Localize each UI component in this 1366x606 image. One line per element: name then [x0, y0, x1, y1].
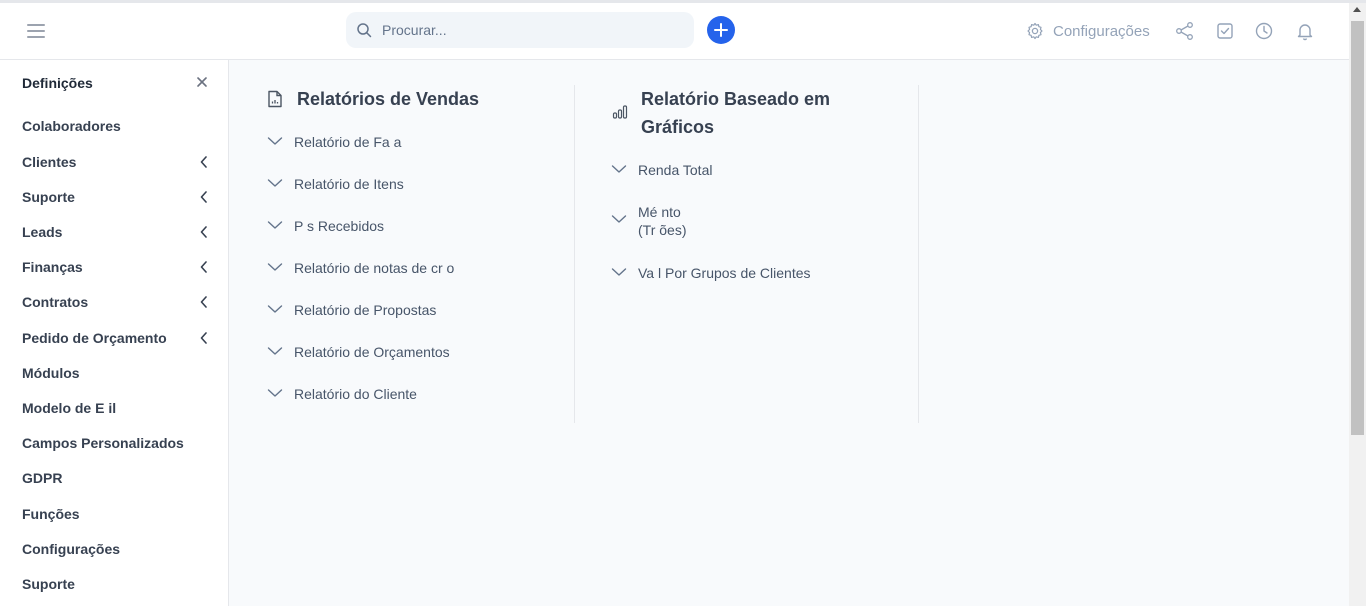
chevron-down-icon [267, 347, 283, 355]
chevron-left-icon [200, 296, 207, 308]
chart-report-item[interactable]: Va l Por Grupos de Clientes [611, 264, 811, 282]
sidebar-item-suporte-2[interactable]: Suporte [22, 571, 212, 597]
chevron-left-icon [200, 261, 207, 273]
page-scrollbar[interactable] [1349, 3, 1366, 606]
sidebar-item-label: Colaboradores [22, 118, 121, 134]
sales-report-item[interactable]: P s Recebidos [267, 217, 384, 235]
report-label: Relatório de Fa a [294, 134, 402, 150]
chevron-down-icon [611, 215, 627, 223]
chevron-down-icon [267, 305, 283, 313]
scrollbar-thumb[interactable] [1351, 21, 1364, 435]
file-chart-icon [268, 90, 282, 108]
sidebar-item-colaboradores[interactable]: Colaboradores [22, 113, 212, 139]
top-header: Configurações [0, 3, 1349, 60]
chart-report-item[interactable]: Renda Total [611, 161, 712, 179]
chevron-down-icon [267, 137, 283, 145]
sidebar-item-label: Leads [22, 224, 63, 240]
close-icon[interactable] [195, 75, 209, 89]
sidebar-item-configuracoes[interactable]: Configurações [22, 536, 212, 562]
sidebar-item-label: Contratos [22, 294, 89, 310]
sidebar-item-modelo-email[interactable]: Modelo de E il [22, 395, 212, 421]
sidebar-item-leads[interactable]: Leads [22, 219, 212, 245]
search-bar[interactable] [346, 12, 694, 48]
sales-report-item[interactable]: Relatório de notas de cr o [267, 259, 454, 277]
sidebar-item-label: Módulos [22, 365, 80, 381]
sidebar-item-label: Suporte [22, 189, 75, 205]
chevron-down-icon [611, 165, 627, 173]
chart-reports-title-line1: Relatório Baseado em [641, 89, 831, 109]
sidebar-item-label: Finanças [22, 259, 83, 275]
report-label: Relatório de Itens [294, 176, 404, 192]
sidebar-item-funcoes[interactable]: Funções [22, 501, 212, 527]
chevron-left-icon [200, 332, 207, 344]
sidebar-item-label: Campos Personalizados [22, 435, 184, 451]
report-label: Relatório de Propostas [294, 302, 437, 318]
sidebar-item-label: Pedido de Orçamento [22, 330, 167, 346]
chart-report-item[interactable]: Mé nto (Tr ões) [611, 203, 686, 239]
bell-icon[interactable] [1295, 21, 1315, 41]
search-icon [357, 23, 372, 38]
gear-icon [1027, 22, 1043, 40]
column-divider [574, 85, 575, 423]
checkbox-icon[interactable] [1215, 21, 1235, 41]
sidebar-item-suporte[interactable]: Suporte [22, 184, 212, 210]
add-new-button[interactable] [707, 16, 735, 44]
sidebar-item-modulos[interactable]: Módulos [22, 360, 212, 386]
sales-report-item[interactable]: Relatório do Cliente [267, 385, 417, 403]
sidebar-item-financas[interactable]: Finanças [22, 254, 212, 280]
report-label: Mé nto [638, 204, 681, 220]
sidebar-item-label: Clientes [22, 154, 77, 170]
menu-icon[interactable] [27, 24, 45, 38]
chevron-down-icon [267, 389, 283, 397]
chart-reports-title-line2: Gráficos [641, 117, 715, 137]
sales-report-item[interactable]: Relatório de Orçamentos [267, 343, 450, 361]
report-label: Va l Por Grupos de Clientes [638, 265, 811, 281]
sidebar-item-label: Modelo de E il [22, 400, 117, 416]
sidebar-item-contratos[interactable]: Contratos [22, 289, 212, 315]
settings-sidebar: Definições Colaboradores Clientes Suport… [0, 60, 229, 606]
chevron-left-icon [200, 156, 207, 168]
chevron-down-icon [611, 268, 627, 276]
settings-link[interactable]: Configurações [1026, 22, 1150, 40]
sales-report-item[interactable]: Relatório de Fa a [267, 133, 401, 151]
report-label: P s Recebidos [294, 218, 385, 234]
share-icon[interactable] [1175, 21, 1195, 41]
search-input[interactable] [380, 21, 664, 39]
chevron-down-icon [267, 221, 283, 229]
scroll-up-arrow-icon[interactable] [1353, 7, 1361, 12]
sidebar-title: Definições [22, 75, 93, 91]
plus-icon [714, 23, 728, 37]
report-label: Relatório de Orçamentos [294, 344, 450, 360]
report-label: Relatório do Cliente [294, 386, 417, 402]
chevron-left-icon [200, 226, 207, 238]
clock-icon[interactable] [1254, 21, 1274, 41]
sales-report-item[interactable]: Relatório de Itens [267, 175, 404, 193]
sidebar-item-label: Configurações [22, 541, 121, 557]
sidebar-item-label: Funções [22, 506, 80, 522]
bar-chart-icon [612, 105, 628, 119]
chevron-down-icon [267, 263, 283, 271]
sidebar-item-pedido-orcamento[interactable]: Pedido de Orçamento [22, 325, 212, 351]
sidebar-item-label: Suporte [22, 576, 75, 592]
chart-reports-title-wrap: Relatório Baseado em Gráficos [641, 85, 830, 141]
column-divider [918, 85, 919, 423]
sales-reports-title: Relatórios de Vendas [297, 89, 480, 109]
chevron-left-icon [200, 191, 207, 203]
report-label: Relatório de notas de cr o [294, 260, 455, 276]
sidebar-item-label: GDPR [22, 470, 63, 486]
settings-label: Configurações [1053, 22, 1150, 40]
chevron-down-icon [267, 179, 283, 187]
sidebar-item-gdpr[interactable]: GDPR [22, 465, 212, 491]
sidebar-item-campos-personalizados[interactable]: Campos Personalizados [22, 430, 212, 456]
report-label-line2: (Tr ões) [638, 222, 687, 238]
sales-report-item[interactable]: Relatório de Propostas [267, 301, 436, 319]
sidebar-item-clientes[interactable]: Clientes [22, 149, 212, 175]
report-label: Renda Total [638, 162, 713, 178]
sales-reports-title-wrap: Relatórios de Vendas [297, 85, 479, 113]
